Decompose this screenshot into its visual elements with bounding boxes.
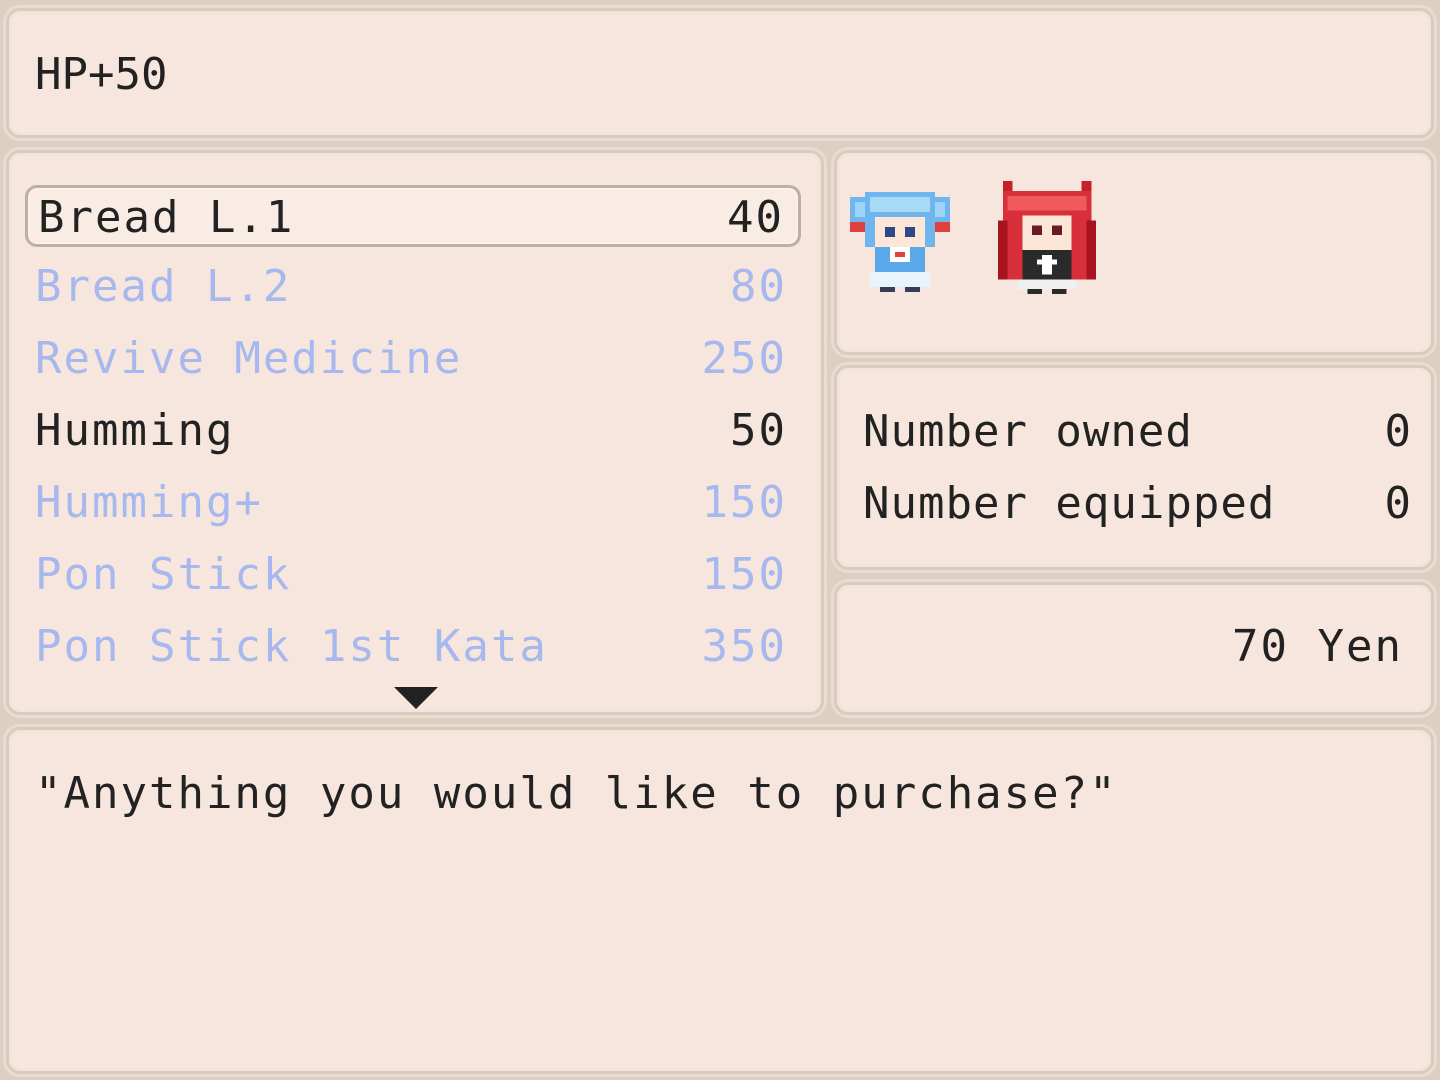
- gold-window: 70 Yen: [834, 582, 1434, 715]
- equipped-label: Number equipped: [863, 478, 1276, 529]
- help-window: HP+50: [6, 8, 1434, 138]
- shop-item-name: Pon Stick 1st Kata: [35, 621, 548, 672]
- equipped-value: 0: [1384, 478, 1412, 529]
- shop-item-name: Pon Stick: [35, 549, 292, 600]
- shop-item-name: Humming: [35, 405, 235, 456]
- shop-item-row[interactable]: Bread L.1 40: [25, 185, 801, 247]
- shop-item-price: 40: [727, 192, 784, 243]
- shop-item-row[interactable]: Pon Stick 150: [25, 545, 801, 607]
- shop-item-row[interactable]: Pon Stick 1st Kata 350: [25, 617, 801, 679]
- shop-item-price: 350: [701, 621, 787, 672]
- shop-item-price: 250: [701, 333, 787, 384]
- shop-item-price: 150: [701, 549, 787, 600]
- shop-item-name: Bread L.2: [35, 261, 292, 312]
- status-window: Number owned 0 Number equipped 0: [834, 365, 1434, 570]
- shopkeeper-message: "Anything you would like to purchase?": [35, 768, 1118, 819]
- equipped-row: Number equipped 0: [857, 474, 1411, 534]
- shop-item-price: 50: [730, 405, 787, 456]
- party-window: [834, 150, 1434, 355]
- owned-label: Number owned: [863, 406, 1193, 457]
- shop-item-name: Revive Medicine: [35, 333, 463, 384]
- red-hooded-girl-sprite: [997, 181, 1097, 295]
- item-description: HP+50: [35, 49, 168, 100]
- message-window: "Anything you would like to purchase?": [6, 727, 1434, 1074]
- gold-amount: 70 Yen: [1232, 621, 1403, 672]
- scroll-down-arrow-icon[interactable]: [394, 687, 438, 709]
- shop-item-row[interactable]: Bread L.2 80: [25, 257, 801, 319]
- owned-row: Number owned 0: [857, 402, 1411, 462]
- shop-item-name: Bread L.1: [38, 192, 295, 243]
- shop-item-name: Humming+: [35, 477, 263, 528]
- shop-item-row[interactable]: Humming+ 150: [25, 473, 801, 535]
- shop-item-price: 150: [701, 477, 787, 528]
- shop-item-row[interactable]: Revive Medicine 250: [25, 329, 801, 391]
- shop-item-row[interactable]: Humming 50: [25, 401, 801, 463]
- owned-value: 0: [1384, 406, 1412, 457]
- shop-item-price: 80: [730, 261, 787, 312]
- shop-item-list: Bread L.1 40 Bread L.2 80 Revive Medicin…: [6, 150, 824, 715]
- blue-haired-girl-sprite: [850, 192, 950, 292]
